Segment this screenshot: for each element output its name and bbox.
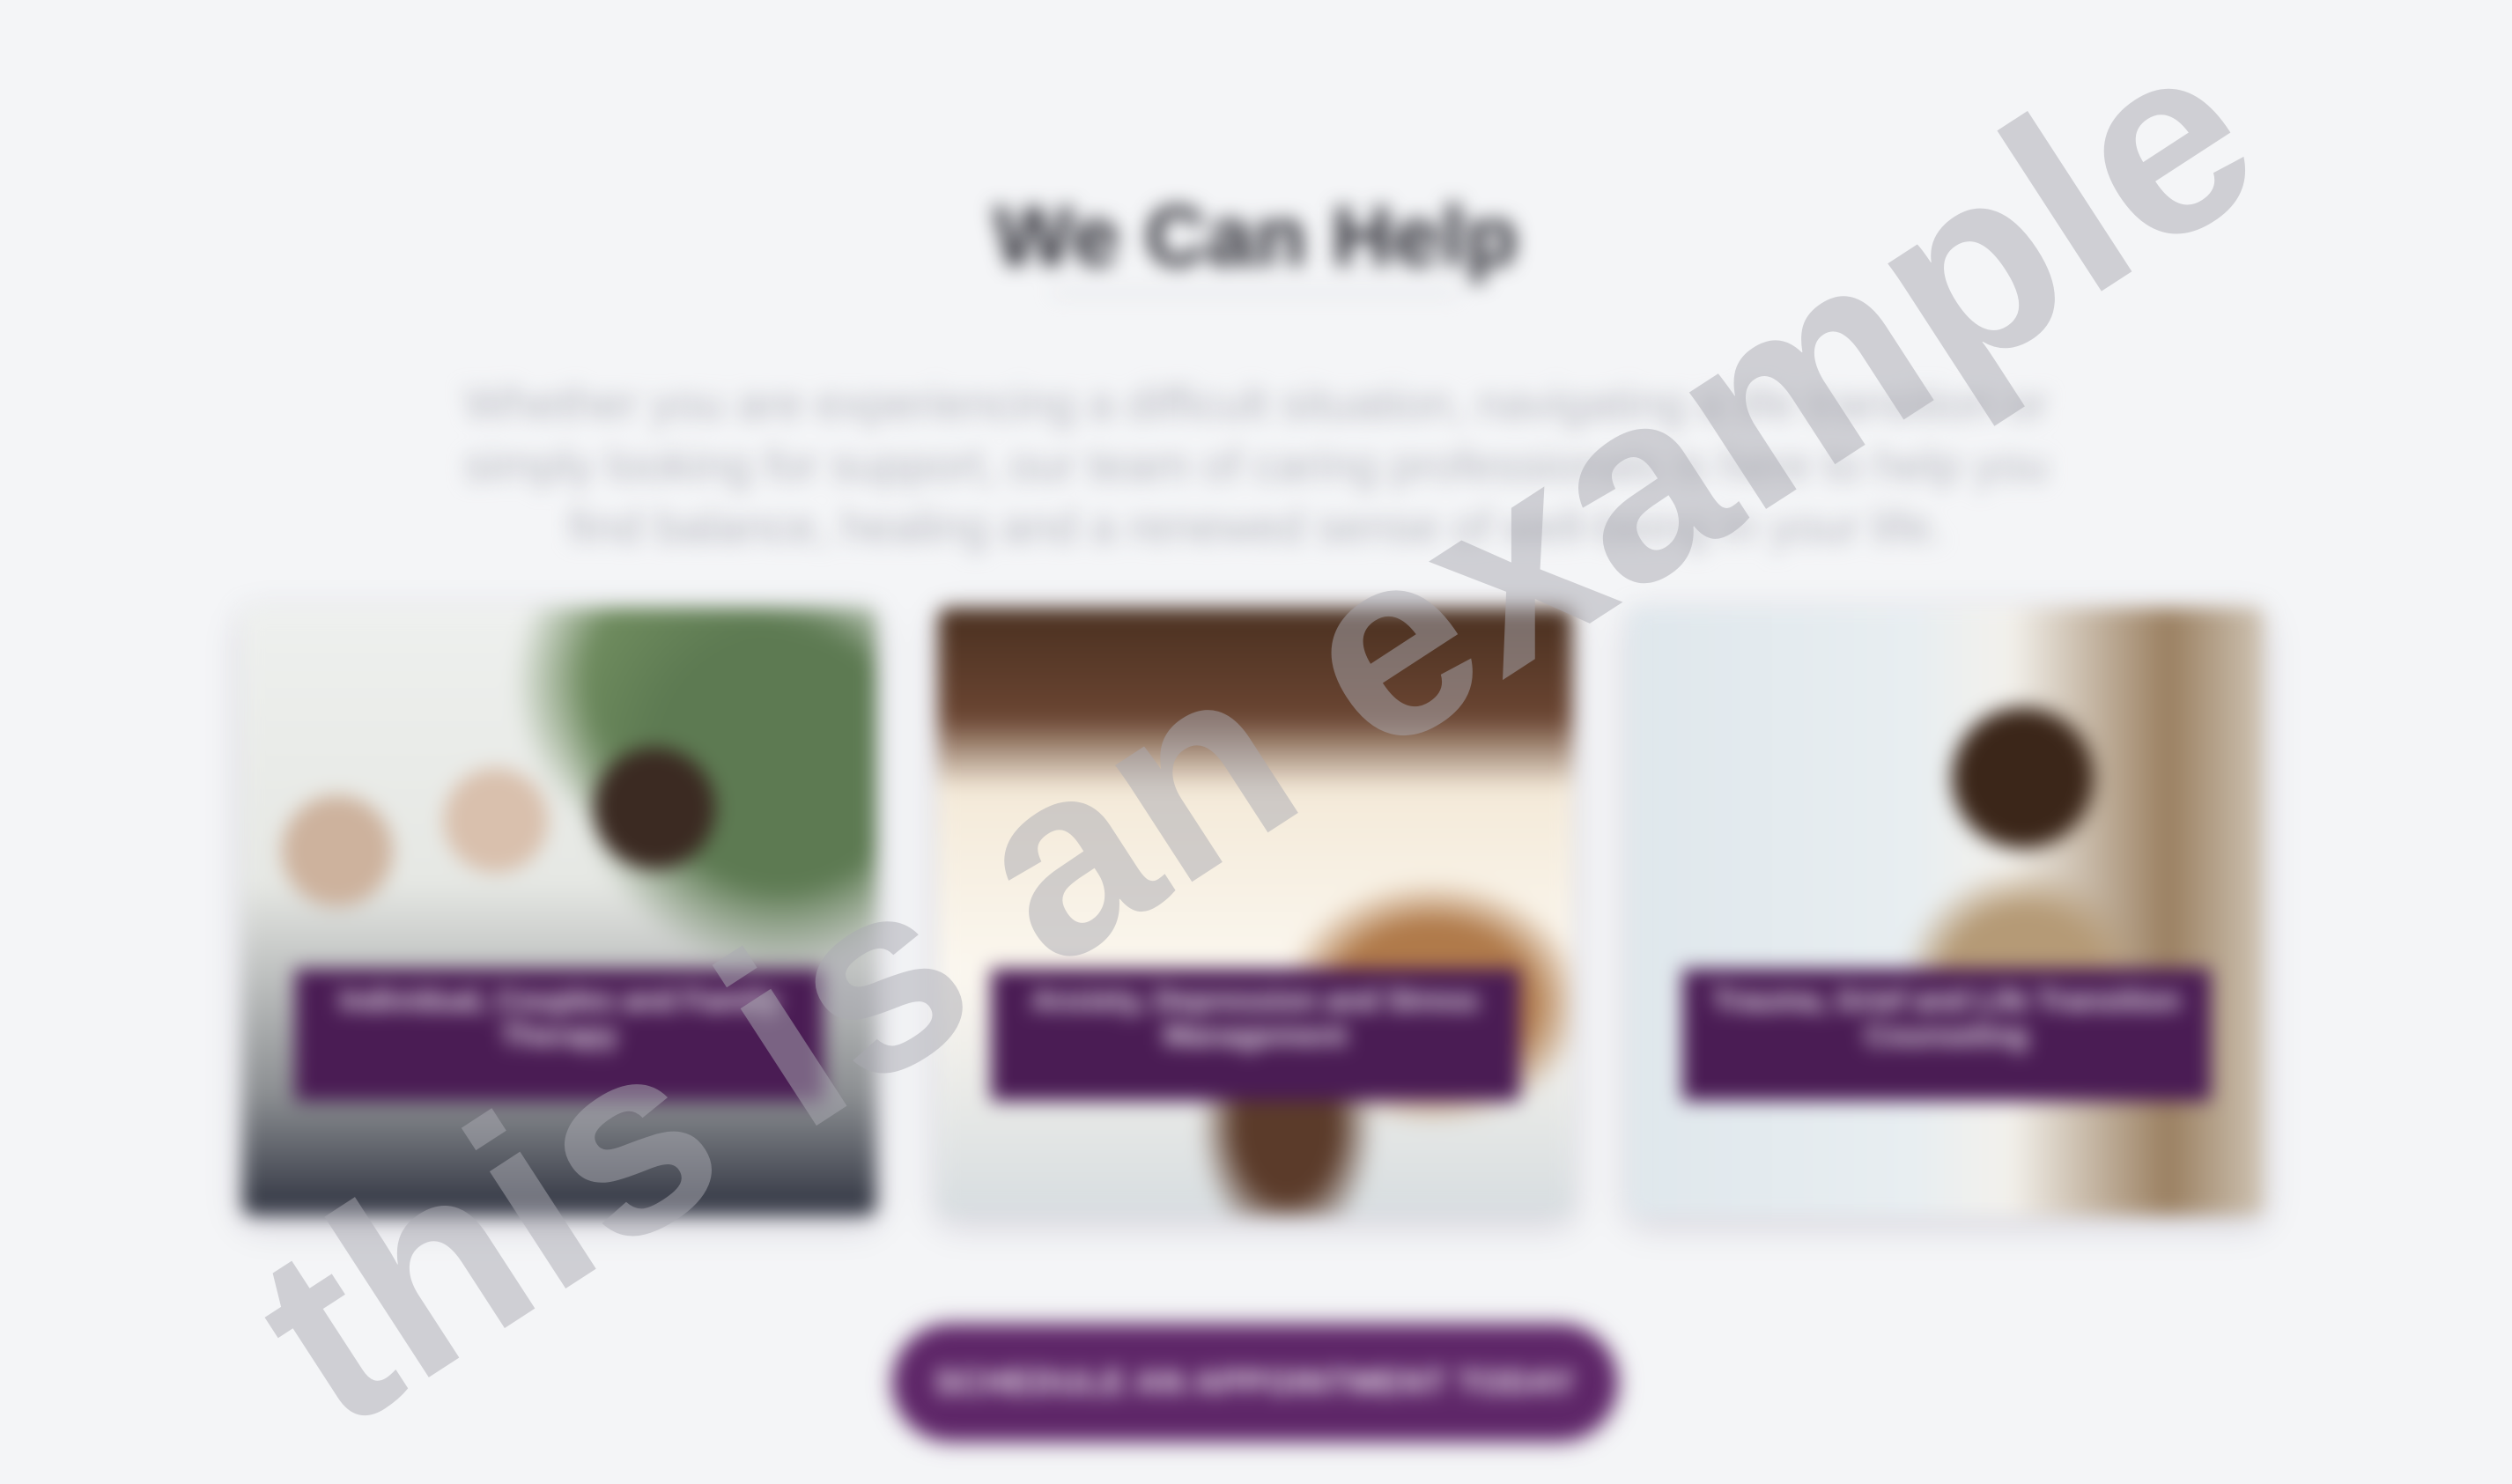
service-card-3[interactable]: Trauma, Grief and Life Transition Counse… — [1629, 608, 2264, 1215]
schedule-appointment-button[interactable]: SCHEDULE AN APPOINTMENT TODAY — [894, 1325, 1616, 1440]
card-caption: Trauma, Grief and Life Transition Counse… — [1682, 969, 2211, 1101]
title-divider — [1053, 291, 1458, 294]
portrait-photo — [1629, 608, 2264, 1215]
